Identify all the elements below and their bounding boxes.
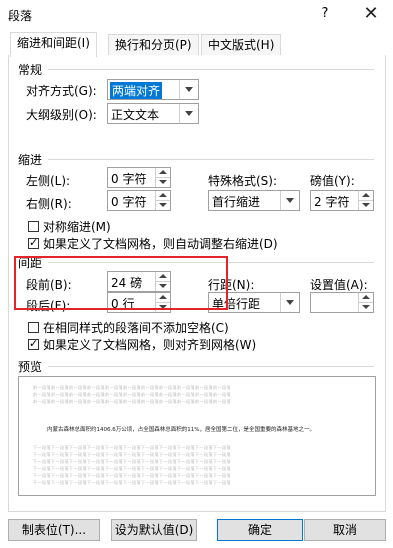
preview-prev-line: 前一段落前一段落前一段落前一段落前一段落前一段落前一段落前一段落前一段落前一段落… [33, 399, 231, 404]
outline-level-value: 正文文本 [111, 108, 160, 122]
chevron-down-icon[interactable] [179, 80, 198, 99]
special-indent-select[interactable]: 首行缩进 [208, 190, 300, 211]
left-indent-label: 左侧(L): [26, 174, 71, 188]
right-indent-spinner[interactable]: 0 字符 [107, 190, 171, 211]
space-after-spinner[interactable]: 0 行 [107, 292, 171, 313]
chevron-down-icon[interactable] [179, 104, 198, 123]
preview-rule [48, 366, 374, 367]
auto-right-indent-label[interactable]: 如果定义了文档网格，则自动调整右缩进(D) [43, 235, 278, 252]
tab-line-page-breaks[interactable]: 换行和分页(P) [108, 34, 199, 56]
chevron-down-icon[interactable] [280, 191, 299, 210]
no-space-same-style-checkbox[interactable] [28, 322, 39, 333]
spin-up-icon[interactable] [156, 272, 170, 282]
indent-by-spinner[interactable]: 2 字符 [310, 190, 374, 211]
alignment-select[interactable]: 两端对齐 [107, 79, 199, 100]
space-before-value: 24 磅 [111, 276, 143, 290]
space-after-value: 0 行 [111, 297, 135, 311]
chevron-down-icon[interactable] [280, 293, 299, 312]
preview-next-line: 下一段落下一段落下一段落下一段落下一段落下一段落下一段落下一段落下一段落下一段落… [33, 459, 231, 464]
left-indent-spinner[interactable]: 0 字符 [107, 167, 171, 188]
no-space-same-style-label[interactable]: 在相同样式的段落间不添加空格(C) [43, 319, 229, 336]
at-spinner[interactable] [310, 292, 374, 313]
spin-up-icon[interactable] [156, 293, 170, 303]
right-indent-label: 右侧(R): [26, 197, 72, 211]
preview-next-line: 下一段落下一段落下一段落下一段落下一段落下一段落下一段落下一段落下一段落下一段落… [33, 445, 231, 450]
general-rule [48, 69, 374, 70]
right-indent-value: 0 字符 [111, 195, 147, 209]
special-indent-value: 首行缩进 [212, 195, 261, 209]
snap-to-grid-label[interactable]: 如果定义了文档网格，则对齐到网格(W) [43, 336, 256, 353]
auto-right-indent-checkbox[interactable] [28, 236, 39, 249]
preview-pane: 前一段落前一段落前一段落前一段落前一段落前一段落前一段落前一段落前一段落前一段落… [18, 376, 376, 496]
tabs-button[interactable]: 制表位(T)... [8, 519, 100, 541]
left-indent-value: 0 字符 [111, 172, 147, 186]
alignment-value: 两端对齐 [110, 82, 163, 99]
help-button[interactable]: ? [318, 6, 332, 21]
preview-heading: 预览 [18, 360, 43, 374]
outline-level-select[interactable]: 正文文本 [107, 103, 199, 124]
preview-prev-line: 前一段落前一段落前一段落前一段落前一段落前一段落前一段落前一段落前一段落前一段落… [33, 385, 231, 390]
preview-next-line: 下一段落下一段落下一段落下一段落下一段落下一段落下一段落下一段落下一段落下一段落… [33, 480, 231, 485]
special-indent-label: 特殊格式(S): [208, 174, 278, 188]
alignment-label: 对齐方式(G): [26, 84, 97, 98]
spin-down-icon[interactable] [156, 303, 170, 312]
spacing-rule [48, 262, 374, 263]
spin-down-icon[interactable] [156, 282, 170, 291]
line-spacing-label: 行距(N): [208, 278, 255, 292]
close-button[interactable]: ✕ [356, 2, 386, 26]
space-before-spinner[interactable]: 24 磅 [107, 271, 171, 292]
indent-rule [48, 159, 374, 160]
tab-indents-spacing[interactable]: 缩进和间距(I) [10, 32, 97, 57]
spin-down-icon[interactable] [156, 201, 170, 210]
title-bar: 段落 ? ✕ [0, 0, 393, 30]
preview-next-line: 下一段落下一段落下一段落下一段落下一段落下一段落下一段落下一段落下一段落下一段落… [33, 466, 231, 471]
preview-next-line: 下一段落下一段落下一段落下一段落下一段落下一段落下一段落下一段落下一段落下一段落… [33, 473, 231, 478]
space-after-label: 段后(F): [26, 299, 71, 313]
mirror-indents-label[interactable]: 对称缩进(M) [43, 218, 111, 235]
indent-by-value: 2 字符 [314, 195, 350, 209]
spacing-heading: 间距 [18, 256, 43, 270]
spin-up-icon[interactable] [359, 293, 373, 303]
cancel-button[interactable]: 取消 [304, 519, 386, 541]
spin-down-icon[interactable] [359, 303, 373, 312]
set-default-button[interactable]: 设为默认值(D) [111, 519, 197, 541]
outline-level-label: 大纲级别(O): [26, 108, 97, 122]
tab-asian-typography[interactable]: 中文版式(H) [201, 34, 282, 56]
indent-heading: 缩进 [18, 153, 43, 167]
spin-up-icon[interactable] [156, 191, 170, 201]
spin-down-icon[interactable] [359, 201, 373, 210]
at-label: 设置值(A): [310, 278, 368, 292]
space-before-label: 段前(B): [26, 278, 72, 292]
window-title: 段落 [8, 9, 33, 23]
snap-to-grid-checkbox[interactable] [28, 337, 39, 350]
preview-prev-line: 前一段落前一段落前一段落前一段落前一段落前一段落前一段落前一段落前一段落前一段落… [33, 392, 231, 397]
preview-next-line: 下一段落下一段落下一段落下一段落下一段落下一段落下一段落下一段落下一段落下一段落… [33, 452, 231, 457]
general-heading: 常规 [18, 63, 43, 77]
ok-button[interactable]: 确定 [217, 519, 303, 541]
spin-down-icon[interactable] [156, 178, 170, 187]
line-spacing-select[interactable]: 单倍行距 [208, 292, 300, 313]
mirror-indents-checkbox[interactable] [28, 221, 39, 232]
spin-up-icon[interactable] [359, 191, 373, 201]
spin-up-icon[interactable] [156, 168, 170, 178]
preview-current-paragraph: 内蒙古森林总面积约1406.6万公顷，占全国森林总面积的11%，居全国第二位，是… [47, 427, 315, 433]
indent-by-label: 磅值(Y): [310, 174, 355, 188]
line-spacing-value: 单倍行距 [212, 297, 261, 311]
